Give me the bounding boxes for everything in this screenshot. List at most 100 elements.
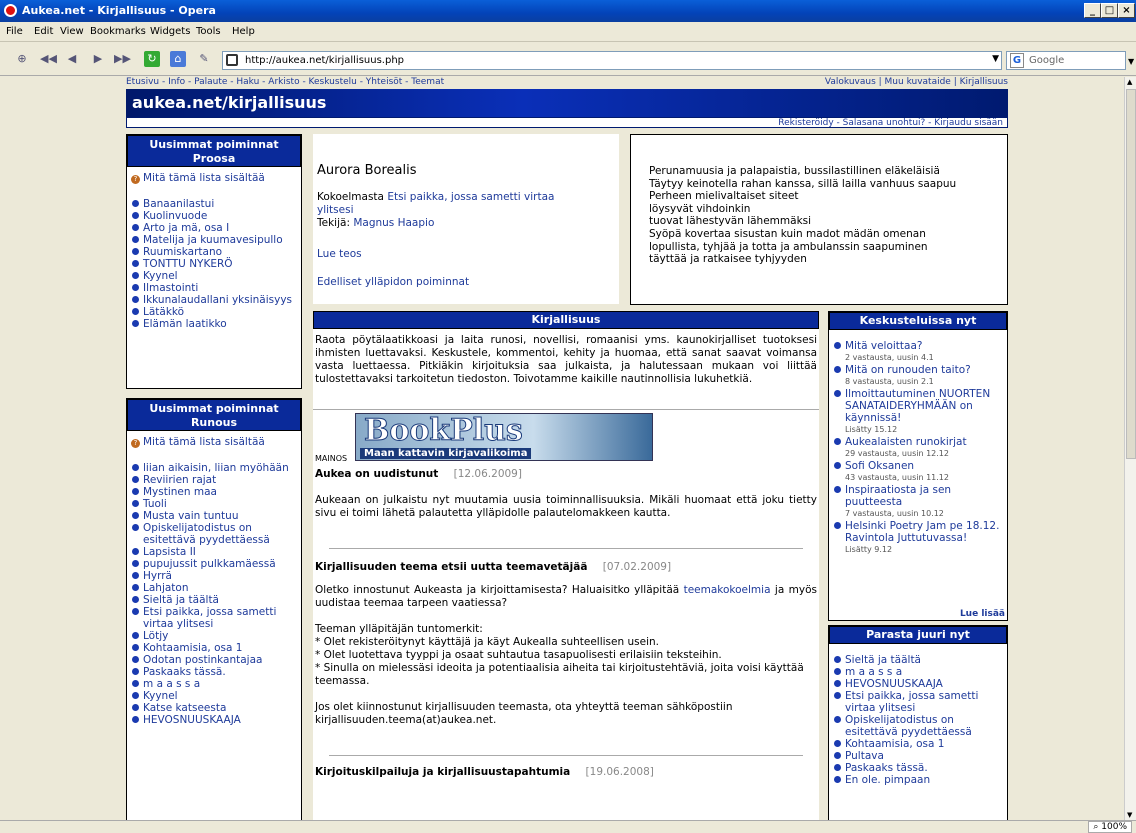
best-item[interactable]: Etsi paikka, jossa sametti virtaa ylitse…: [833, 690, 1003, 714]
discussion-title[interactable]: Inspiraatiosta ja sen puutteesta: [845, 484, 951, 508]
menu-bookmarks[interactable]: Bookmarks: [90, 26, 146, 37]
vertical-scrollbar[interactable]: ▲ ▼: [1124, 77, 1136, 820]
account-links: Rekisteröidy - Salasana unohtui? - Kirja…: [126, 117, 1008, 128]
close-button[interactable]: ×: [1118, 3, 1135, 18]
best-item[interactable]: Kohtaamisia, osa 1: [833, 738, 1003, 750]
best-item[interactable]: Pultava: [833, 750, 1003, 762]
menu-tools[interactable]: Tools: [196, 26, 221, 37]
discussion-title[interactable]: Mitä veloittaa?: [845, 340, 922, 352]
discussion-item[interactable]: Sofi Oksanen 43 vastausta, uusin 11.12: [833, 460, 1003, 484]
reload-icon[interactable]: ↻: [144, 51, 160, 67]
site-title[interactable]: aukea.net/kirjallisuus: [132, 93, 326, 112]
runous-item[interactable]: Kohtaamisia, osa 1: [131, 642, 297, 654]
edit-pencil-icon[interactable]: ✎: [196, 51, 212, 67]
best-item[interactable]: m a a s s a: [833, 666, 1003, 678]
runous-item[interactable]: Musta vain tuntuu: [131, 510, 297, 522]
best-item[interactable]: Sieltä ja täältä: [833, 654, 1003, 666]
runous-item[interactable]: pupujussit pulkkamäessä: [131, 558, 297, 570]
proosa-item[interactable]: Ilmastointi: [131, 282, 297, 294]
author-link[interactable]: Magnus Haapio: [353, 217, 434, 229]
advertisement[interactable]: BookPlus Maan kattavin kirjavalikoima MA…: [313, 410, 819, 466]
runous-item[interactable]: m a a s s a: [131, 678, 297, 690]
proosa-item[interactable]: Ruumiskartano: [131, 246, 297, 258]
runous-help-link[interactable]: Mitä tämä lista sisältää: [143, 436, 265, 448]
discussion-item[interactable]: Inspiraatiosta ja sen puutteesta 7 vastau…: [833, 484, 1003, 520]
runous-item[interactable]: Tuoli: [131, 498, 297, 510]
best-item[interactable]: Paskaaks tässä.: [833, 762, 1003, 774]
runous-item[interactable]: Mystinen maa: [131, 486, 297, 498]
discussion-item[interactable]: Mitä veloittaa? 2 vastausta, uusin 4.1: [833, 340, 1003, 364]
proosa-item[interactable]: Elämän laatikko: [131, 318, 297, 330]
runous-item[interactable]: Sieltä ja täältä: [131, 594, 297, 606]
runous-item[interactable]: Reviirien rajat: [131, 474, 297, 486]
discussion-item[interactable]: Mitä on runouden taito? 8 vastausta, uusi…: [833, 364, 1003, 388]
maximize-button[interactable]: □: [1101, 3, 1118, 18]
proosa-item[interactable]: TONTTU NYKERÖ: [131, 258, 297, 270]
discussion-item[interactable]: Helsinki Poetry Jam pe 18.12. Ravintola …: [833, 520, 1003, 556]
scroll-up-icon[interactable]: ▲: [1127, 78, 1132, 86]
runous-item[interactable]: Lötjy: [131, 630, 297, 642]
menu-file[interactable]: File: [6, 26, 23, 37]
theme-collections-link[interactable]: teemakokoelmia: [684, 584, 771, 596]
search-box[interactable]: G Google: [1006, 51, 1126, 70]
home-icon[interactable]: ⌂: [170, 51, 186, 67]
runous-item[interactable]: Lahjaton: [131, 582, 297, 594]
proosa-item[interactable]: Matelija ja kuumavesipullo: [131, 234, 297, 246]
new-tab-icon[interactable]: ⊕: [14, 51, 30, 67]
runous-item[interactable]: Odotan postinkantajaa: [131, 654, 297, 666]
proosa-item[interactable]: Kuolinvuode: [131, 210, 297, 222]
back-icon[interactable]: ◀: [64, 51, 80, 67]
address-url[interactable]: http://aukea.net/kirjallisuus.php: [245, 55, 404, 66]
best-item[interactable]: En ole. pimpaan: [833, 774, 1003, 786]
discussion-item[interactable]: Ilmoittautuminen NUORTEN SANATAIDERYHMÄÄ…: [833, 388, 1003, 436]
best-item[interactable]: HEVOSNUUSKAAJA: [833, 678, 1003, 690]
runous-item[interactable]: Etsi paikka, jossa sametti virtaa ylitse…: [131, 606, 297, 630]
read-more-link[interactable]: Lue lisää: [960, 609, 1005, 619]
proosa-item[interactable]: Banaanilastui: [131, 198, 297, 210]
news-2-title[interactable]: Kirjallisuuden teema etsii uutta teemave…: [315, 561, 587, 573]
discussion-title[interactable]: Sofi Oksanen: [845, 460, 914, 472]
discussion-item[interactable]: Aukealaisten runokirjat 29 vastausta, uus…: [833, 436, 1003, 460]
zoom-level[interactable]: ⌕ 100%: [1088, 821, 1132, 833]
address-bar[interactable]: http://aukea.net/kirjallisuus.php ▼: [222, 51, 1002, 70]
scroll-down-icon[interactable]: ▼: [1127, 811, 1132, 819]
menu-widgets[interactable]: Widgets: [150, 26, 190, 37]
scroll-thumb[interactable]: [1126, 89, 1136, 459]
toolbar-menu-icon[interactable]: ▼: [1128, 57, 1134, 66]
news-1-title[interactable]: Aukea on uudistunut: [315, 468, 438, 480]
forward-icon[interactable]: ▶: [90, 51, 106, 67]
account-links-text[interactable]: Rekisteröidy - Salasana unohtui? - Kirja…: [778, 118, 1003, 128]
previous-picks-link[interactable]: Edelliset ylläpidon poiminnat: [317, 276, 469, 288]
runous-item[interactable]: Kyynel: [131, 690, 297, 702]
category-nav-links[interactable]: Valokuvaus | Muu kuvataide | Kirjallisuu…: [825, 77, 1008, 87]
runous-item[interactable]: Lapsista II: [131, 546, 297, 558]
runous-item[interactable]: Katse katseesta: [131, 702, 297, 714]
minimize-button[interactable]: _: [1084, 3, 1101, 18]
discussion-title[interactable]: Helsinki Poetry Jam pe 18.12. Ravintola …: [845, 520, 999, 544]
news-3-title[interactable]: Kirjoituskilpailuja ja kirjallisuustapah…: [315, 766, 570, 778]
proosa-help-link[interactable]: Mitä tämä lista sisältää: [143, 172, 265, 184]
proosa-item[interactable]: Ikkunalaudallani yksinäisyys: [131, 294, 297, 306]
proosa-item[interactable]: Lätäkkö: [131, 306, 297, 318]
search-engine-label[interactable]: Google: [1029, 55, 1064, 66]
read-work-link[interactable]: Lue teos: [317, 248, 362, 260]
site-nav-links[interactable]: Etusivu - Info - Palaute - Haku - Arkist…: [126, 77, 444, 87]
menu-help[interactable]: Help: [232, 26, 255, 37]
proosa-item[interactable]: Arto ja mä, osa I: [131, 222, 297, 234]
fast-forward-icon[interactable]: ▶▶: [114, 51, 131, 67]
discussion-title[interactable]: Aukealaisten runokirjat: [845, 436, 967, 448]
menu-edit[interactable]: Edit: [34, 26, 53, 37]
menu-view[interactable]: View: [60, 26, 84, 37]
runous-item[interactable]: Hyrrä: [131, 570, 297, 582]
runous-item[interactable]: Paskaaks tässä.: [131, 666, 297, 678]
address-dropdown-icon[interactable]: ▼: [992, 54, 999, 64]
runous-item[interactable]: Opiskelijatodistus on esitettävä pyydett…: [131, 522, 297, 546]
runous-item[interactable]: HEVOSNUUSKAAJA: [131, 714, 297, 726]
bookplus-ad[interactable]: BookPlus Maan kattavin kirjavalikoima: [355, 413, 653, 461]
runous-item[interactable]: liian aikaisin, liian myöhään: [131, 462, 297, 474]
discussion-title[interactable]: Ilmoittautuminen NUORTEN SANATAIDERYHMÄÄ…: [845, 388, 990, 424]
discussion-title[interactable]: Mitä on runouden taito?: [845, 364, 971, 376]
rewind-icon[interactable]: ◀◀: [40, 51, 57, 67]
proosa-item[interactable]: Kyynel: [131, 270, 297, 282]
best-item[interactable]: Opiskelijatodistus on esitettävä pyydett…: [833, 714, 1003, 738]
